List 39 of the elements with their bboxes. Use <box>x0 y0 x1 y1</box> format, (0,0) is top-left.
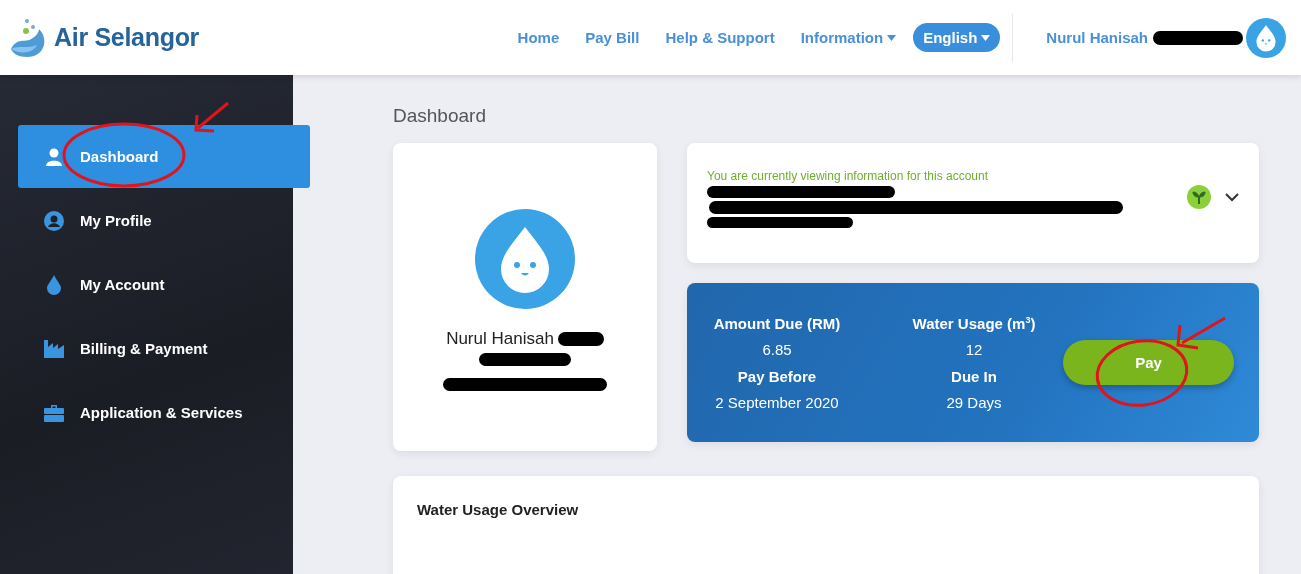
nav-link[interactable]: Help & Support <box>665 29 775 46</box>
field-label: Pay Before <box>736 367 818 385</box>
logo-text: Air Selangor <box>54 23 200 52</box>
sidebar-item[interactable]: My Profile <box>18 189 310 252</box>
account-notice: You are currently viewing information for this account <box>707 169 990 183</box>
field-value: 6.85 <box>761 340 793 358</box>
field-label: Due In <box>950 367 998 385</box>
person-icon <box>45 147 63 166</box>
nav-link[interactable]: Pay Bill <box>585 29 640 46</box>
user-name[interactable]: Nurul Hanisah <box>1046 29 1148 46</box>
factory-icon <box>44 339 64 358</box>
field-value: 12 <box>964 340 984 358</box>
briefcase-icon <box>44 403 64 422</box>
field-label: Amount Due (RM) <box>712 314 842 332</box>
water-drop-face-icon <box>475 209 575 309</box>
annotation-arrow <box>1176 316 1227 350</box>
nav-link[interactable]: Home <box>517 29 560 46</box>
profile-icon <box>44 210 64 231</box>
sidebar-item[interactable]: Application & Services <box>18 381 310 444</box>
chevron-down-icon[interactable] <box>1225 193 1239 202</box>
redaction-mark <box>557 332 604 346</box>
caret-icon <box>981 34 991 41</box>
profile-name: Nurul Hanisah <box>446 329 554 349</box>
annotation-arrow <box>194 101 230 133</box>
sidebar-item[interactable]: My Account <box>18 253 310 316</box>
field-label: Water Usage (m$^{3}$) <box>911 314 1037 332</box>
card-title: Water Usage Overview <box>417 501 579 518</box>
sidebar-item[interactable]: Dashboard <box>18 125 310 188</box>
page-title: Dashboard <box>393 105 487 127</box>
caret-icon <box>887 34 897 41</box>
sprout-icon <box>1187 185 1211 209</box>
pay-button[interactable]: Pay <box>1063 340 1234 385</box>
language-dropdown[interactable]: English <box>913 23 1001 52</box>
sidebar-item[interactable]: Billing & Payment <box>18 317 310 380</box>
nav-dropdown[interactable]: Information <box>800 29 897 46</box>
field-value: 29 Days <box>945 393 1003 411</box>
field-value: 2 September 2020 <box>714 393 840 411</box>
water-drop-face-icon <box>1246 17 1286 58</box>
water-drop-icon <box>47 274 61 295</box>
